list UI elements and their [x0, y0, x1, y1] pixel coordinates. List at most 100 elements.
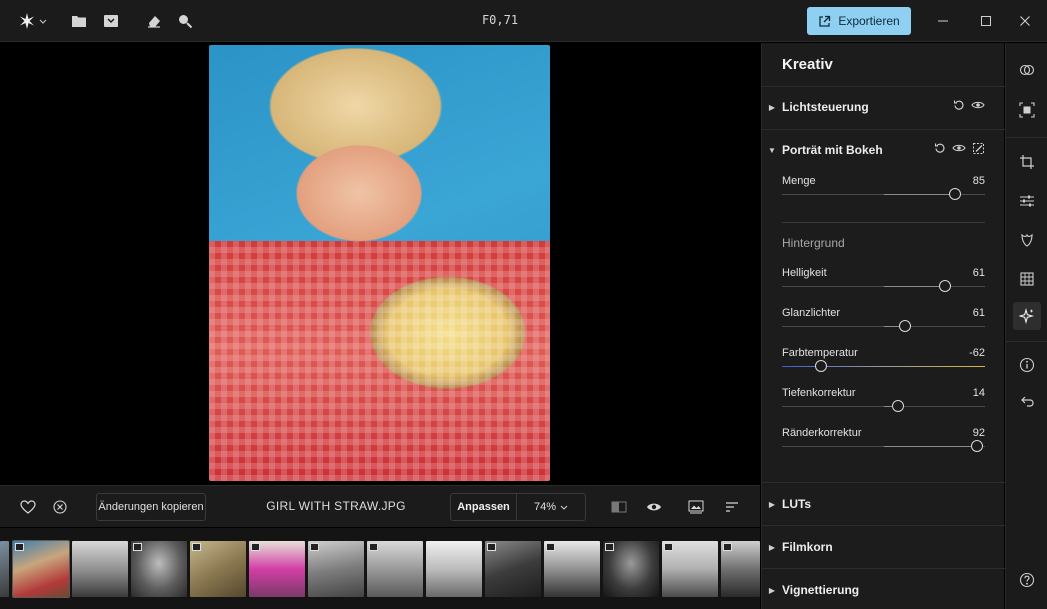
chevron-right-icon: ▶: [768, 542, 776, 552]
bottom-toolbar: Änderungen kopieren GIRL WITH STRAW.JPG …: [0, 485, 760, 527]
copy-edits-button[interactable]: Änderungen kopieren: [96, 493, 206, 521]
thumbnail[interactable]: [190, 541, 246, 597]
export-label: Exportieren: [838, 14, 900, 28]
title-bar: F0,71 Exportieren: [0, 0, 1047, 42]
slider-raenderkorrektur[interactable]: Ränderkorrektur 92: [782, 427, 985, 463]
slider-track-temperature[interactable]: [782, 366, 985, 367]
slider-farbtemperatur[interactable]: Farbtemperatur -62: [782, 347, 985, 383]
slider-fill: [883, 194, 955, 195]
edited-badge-icon: [723, 543, 732, 551]
eraser-icon[interactable]: [144, 11, 164, 31]
zoom-value: 74%: [533, 501, 557, 513]
slider-handle[interactable]: [891, 400, 904, 412]
photo-preview[interactable]: [209, 45, 550, 481]
reset-icon[interactable]: [953, 99, 965, 111]
edited-badge-icon: [546, 543, 555, 551]
help-icon[interactable]: [1017, 570, 1037, 590]
section-label: LUTs: [782, 497, 812, 511]
image-canvas[interactable]: [0, 43, 760, 484]
info-icon[interactable]: [1017, 355, 1037, 375]
chevron-right-icon: ▶: [768, 585, 776, 595]
fit-button[interactable]: Anpassen: [451, 494, 517, 520]
slider-handle[interactable]: [939, 280, 952, 292]
thumbnail[interactable]: [72, 541, 128, 597]
search-icon[interactable]: [175, 11, 195, 31]
eye-icon[interactable]: [971, 99, 985, 111]
thumbnail[interactable]: [308, 541, 364, 597]
edited-badge-icon: [192, 543, 201, 551]
select-subject-icon[interactable]: [1017, 100, 1037, 120]
thumbnail[interactable]: [12, 540, 70, 598]
export-button[interactable]: Exportieren: [807, 7, 911, 35]
close-icon[interactable]: [1015, 11, 1035, 31]
slider-helligkeit[interactable]: Helligkeit 61: [782, 267, 985, 303]
sliders-icon[interactable]: [1017, 191, 1037, 211]
section-vignettierung[interactable]: ▶ Vignettierung: [762, 570, 1005, 609]
slider-handle[interactable]: [948, 188, 961, 200]
slider-handle[interactable]: [898, 320, 911, 332]
folder-icon[interactable]: [69, 11, 89, 31]
thumbnail[interactable]: [367, 541, 423, 597]
section-label: Lichtsteuerung: [782, 100, 869, 114]
heart-icon[interactable]: [18, 497, 38, 517]
section-filmkorn[interactable]: ▶ Filmkorn: [762, 527, 1005, 567]
import-icon[interactable]: [101, 11, 121, 31]
thumbnail[interactable]: [662, 541, 718, 597]
slider-label: Helligkeit: [782, 267, 827, 279]
subsection-hintergrund: Hintergrund: [782, 236, 845, 250]
slider-value: 85: [972, 175, 985, 187]
divider: [1006, 137, 1047, 138]
thumbnail[interactable]: [544, 541, 600, 597]
slider-glanzlichter[interactable]: Glanzlichter 61: [782, 307, 985, 343]
heal-icon[interactable]: [1017, 230, 1037, 250]
chevron-right-icon: ▶: [768, 102, 776, 112]
section-label: Filmkorn: [782, 540, 833, 554]
eye-icon[interactable]: [644, 497, 664, 517]
edited-badge-icon: [664, 543, 673, 551]
color-circles-icon[interactable]: [1017, 60, 1037, 80]
slider-menge[interactable]: Menge 85: [782, 175, 985, 211]
reset-icon[interactable]: [934, 142, 946, 155]
minimize-icon[interactable]: [933, 11, 953, 31]
maximize-icon[interactable]: [976, 11, 996, 31]
slider-value: -62: [969, 347, 985, 359]
creative-sparkle-icon[interactable]: [1013, 302, 1041, 330]
thumbnail[interactable]: [131, 541, 187, 597]
section-label: Vignettierung: [782, 583, 860, 597]
divider: [782, 222, 985, 223]
section-luts[interactable]: ▶ LUTs: [762, 484, 1005, 524]
slider-label: Menge: [782, 175, 816, 187]
section-lichtsteuerung[interactable]: ▶ Lichtsteuerung: [762, 87, 1005, 127]
thumbnail[interactable]: [603, 541, 659, 597]
slider-tiefenkorrektur[interactable]: Tiefenkorrektur 14: [782, 387, 985, 423]
edited-badge-icon: [487, 543, 496, 551]
edited-badge-icon: [310, 543, 319, 551]
thumbnail[interactable]: [0, 541, 9, 597]
edited-badge-icon: [251, 543, 260, 551]
undo-history-icon[interactable]: [1017, 391, 1037, 411]
layers-icon[interactable]: [1017, 269, 1037, 289]
thumbnail[interactable]: [721, 541, 760, 597]
export-icon: [818, 15, 831, 28]
file-name: GIRL WITH STRAW.JPG: [266, 499, 406, 513]
mask-edit-icon[interactable]: [972, 142, 985, 155]
zoom-select[interactable]: 74%: [517, 494, 585, 520]
image-info-icon[interactable]: [686, 497, 706, 517]
thumbnail[interactable]: [485, 541, 541, 597]
edited-badge-icon: [133, 543, 142, 551]
sort-icon[interactable]: [722, 497, 742, 517]
slider-value: 14: [972, 387, 985, 399]
reject-icon[interactable]: [50, 497, 70, 517]
compare-icon[interactable]: [609, 497, 629, 517]
thumbnail[interactable]: [426, 541, 482, 597]
thumbnail[interactable]: [249, 541, 305, 597]
edited-badge-icon: [605, 543, 614, 551]
section-portrait-bokeh[interactable]: ▼ Porträt mit Bokeh: [762, 130, 1005, 170]
window-title: F0,71: [481, 13, 519, 27]
slider-handle[interactable]: [970, 440, 983, 452]
slider-handle[interactable]: [814, 360, 827, 372]
app-logo-icon[interactable]: [18, 11, 48, 31]
crop-icon[interactable]: [1017, 152, 1037, 172]
eye-icon[interactable]: [952, 142, 966, 155]
dress-pattern: [209, 241, 550, 481]
